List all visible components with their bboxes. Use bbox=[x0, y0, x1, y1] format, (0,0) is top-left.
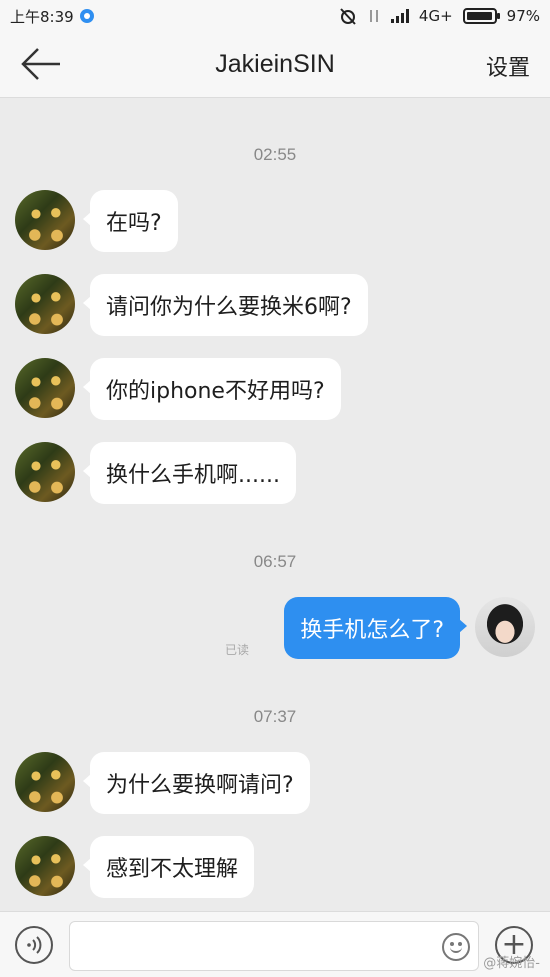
message-bubble[interactable]: 换什么手机啊...... bbox=[83, 442, 296, 504]
message-bubble[interactable]: 感到不太理解 bbox=[82, 836, 255, 898]
message-bubble[interactable]: 为什么要换啊请问? bbox=[83, 752, 310, 814]
settings-button[interactable]: 设置 bbox=[486, 50, 530, 82]
app-notification-icon bbox=[79, 9, 94, 23]
message-input-bar: + @蒋婉怡- bbox=[0, 911, 550, 977]
message-bubble[interactable]: 在吗? bbox=[83, 190, 178, 252]
read-receipt: 已读 bbox=[225, 643, 250, 657]
timestamp: 02:55 bbox=[253, 145, 297, 164]
status-time: 上午8:39 bbox=[10, 7, 74, 26]
chat-title: JakieinSIN bbox=[215, 50, 335, 78]
voice-icon[interactable] bbox=[15, 926, 53, 964]
timestamp: 07:37 bbox=[253, 707, 297, 726]
watermark: @蒋婉怡- bbox=[483, 956, 540, 971]
status-bar: 上午8:39 4G+ 97% bbox=[0, 0, 550, 32]
data-transfer-icon bbox=[369, 10, 378, 22]
contact-avatar[interactable] bbox=[15, 358, 75, 418]
battery-percent: 97% bbox=[506, 7, 540, 25]
arrow-left-icon[interactable] bbox=[20, 47, 62, 81]
alarm-off-icon bbox=[340, 8, 356, 25]
network-type: 4G+ bbox=[418, 7, 453, 25]
message-bubble[interactable]: 你的iphone不好用吗? bbox=[83, 358, 341, 420]
message-bubble[interactable]: 请问你为什么要换米6啊? bbox=[83, 274, 368, 336]
message-bubble[interactable]: 换手机怎么了? bbox=[284, 597, 467, 659]
timestamp: 06:57 bbox=[253, 552, 297, 571]
contact-avatar[interactable] bbox=[15, 442, 75, 502]
contact-avatar[interactable] bbox=[15, 752, 75, 812]
emoji-icon[interactable] bbox=[442, 933, 470, 961]
contact-avatar[interactable] bbox=[15, 836, 75, 896]
chat-header: JakieinSIN 设置 bbox=[0, 32, 550, 98]
battery-icon bbox=[462, 8, 500, 24]
signal-icon bbox=[390, 9, 409, 23]
message-input[interactable] bbox=[69, 921, 479, 971]
contact-avatar[interactable] bbox=[15, 274, 75, 334]
user-avatar[interactable] bbox=[475, 597, 535, 657]
contact-avatar[interactable] bbox=[15, 190, 75, 250]
message-list[interactable]: 02:55 在吗? 请问你为什么要换米6啊? 你的iphone不好用吗? 换什么… bbox=[0, 99, 550, 911]
